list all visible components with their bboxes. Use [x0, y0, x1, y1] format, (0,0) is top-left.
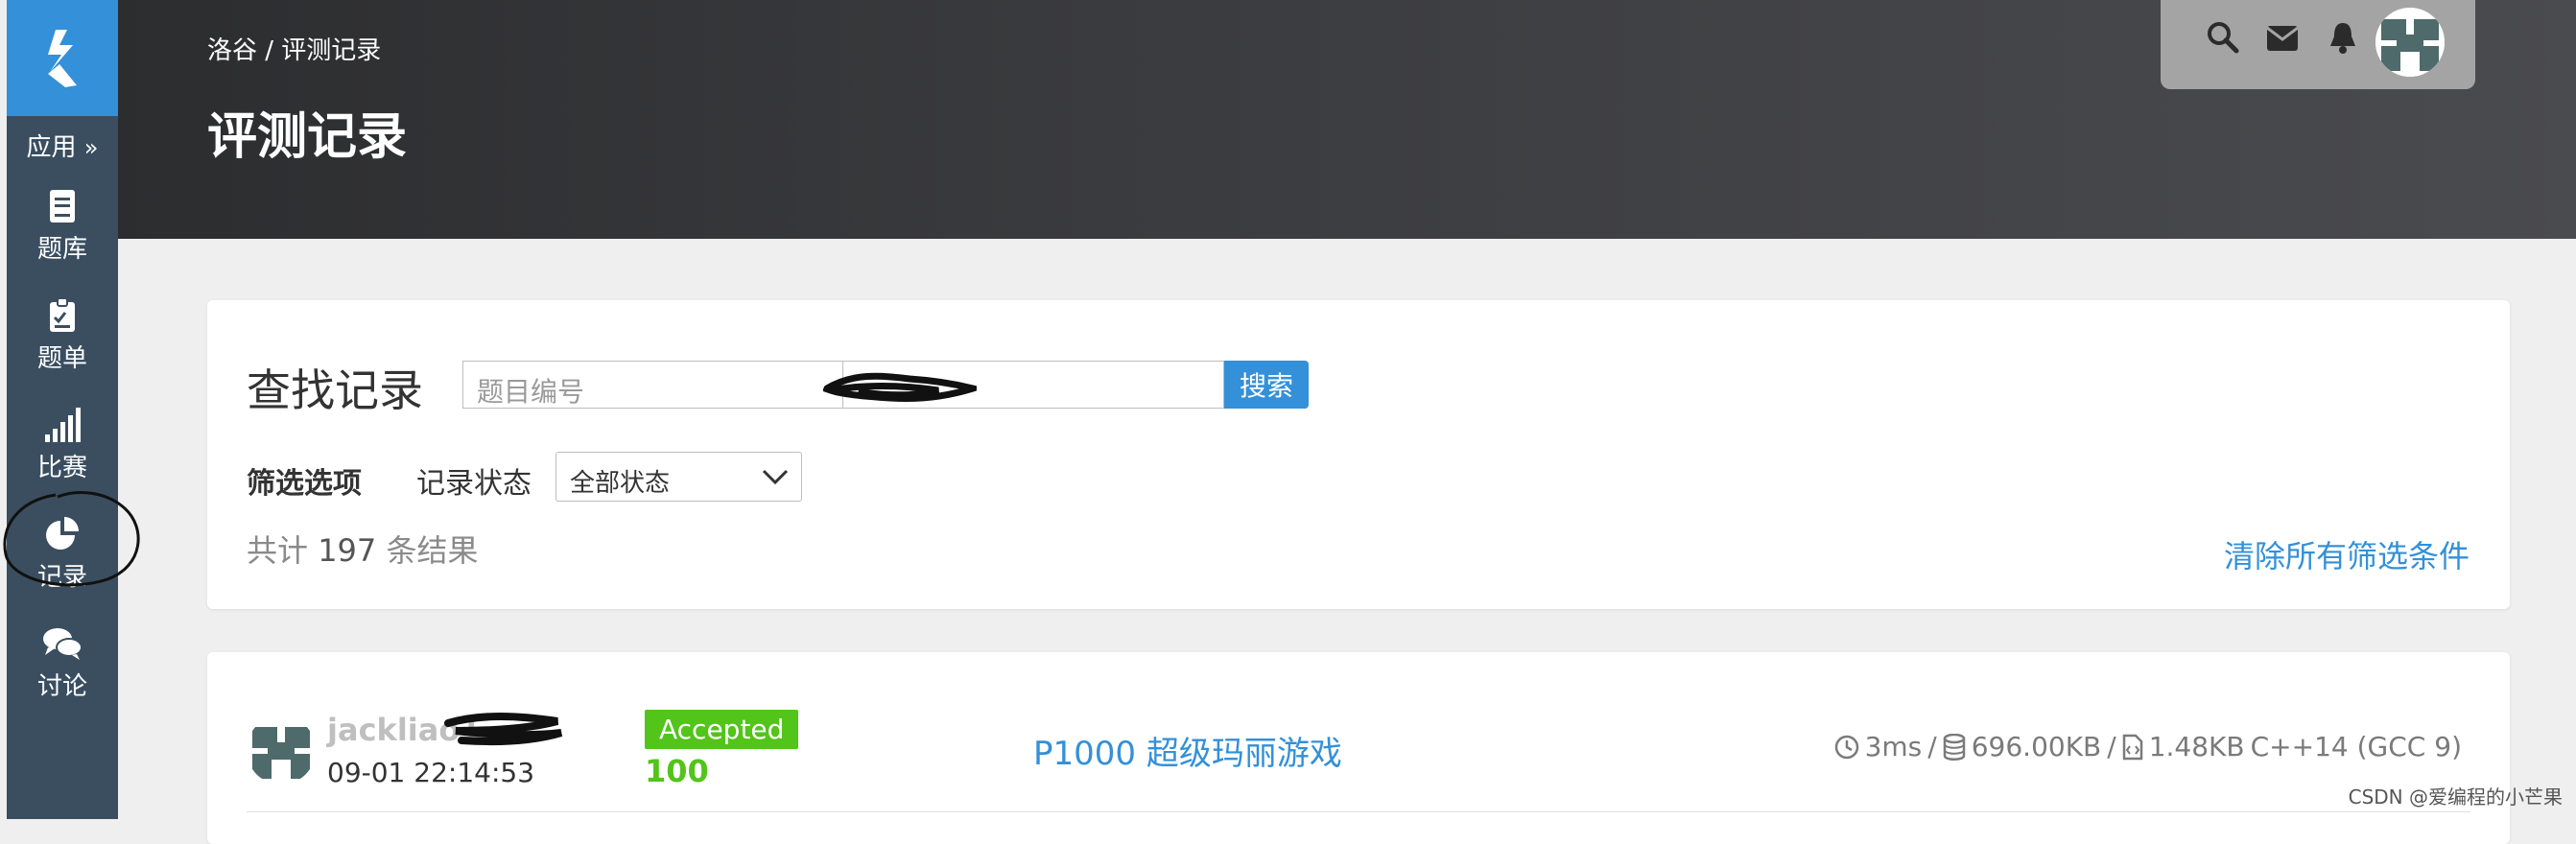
record-code-size: 1.48KB	[2148, 731, 2245, 762]
search-button[interactable]: 搜索	[1224, 361, 1309, 409]
sidebar-item-label: 比赛	[36, 454, 87, 482]
record-card: jackliao1 09-01 22:14:53 Accepted 100 P1…	[207, 652, 2510, 844]
database-icon	[1943, 733, 1965, 761]
sidebar-item-contests[interactable]: 比赛	[7, 408, 118, 483]
record-runtime: 3ms	[1864, 731, 1923, 762]
sidebar-item-problem-lists[interactable]: 题单	[7, 298, 118, 374]
meta-separator: /	[1927, 731, 1937, 762]
user-avatar[interactable]	[2375, 8, 2445, 77]
sidebar-item-label: 讨论	[36, 672, 87, 701]
sidebar: 应用 » 题库 题单 比赛 记录 讨论	[7, 0, 118, 819]
filter-card: 查找记录 题目编号 搜索 筛选选项 记录状态 全部状态 共计 197 条结果 清…	[207, 300, 2510, 609]
apps-toggle[interactable]: 应用 »	[7, 128, 118, 163]
find-records-title: 查找记录	[247, 364, 423, 416]
clock-icon	[1834, 735, 1858, 759]
divider	[247, 811, 2470, 812]
comments-icon	[43, 628, 83, 660]
double-chevron-right-icon: »	[83, 134, 99, 161]
record-problem-link[interactable]: P1000 超级玛丽游戏	[1033, 727, 1342, 774]
luogu-logo[interactable]	[7, 0, 118, 116]
record-status-label: 记录状态	[416, 467, 532, 501]
book-icon	[50, 190, 75, 223]
record-meta: 3ms / 696.00KB / 1.48KB C++14 (GCC 9)	[1834, 731, 2462, 762]
apps-label: 应用	[26, 133, 77, 162]
record-memory: 696.00KB	[1971, 731, 2102, 762]
clear-filters-link[interactable]: 清除所有筛选条件	[2224, 532, 2470, 576]
sidebar-item-records[interactable]: 记录	[7, 517, 118, 593]
avatar[interactable]	[247, 715, 316, 785]
clipboard-icon	[50, 298, 75, 332]
signal-bars-icon	[45, 408, 81, 442]
chevron-down-icon	[762, 469, 789, 485]
record-score: 100	[645, 753, 709, 789]
sidebar-item-label: 记录	[36, 563, 87, 592]
sidebar-item-label: 题库	[36, 235, 87, 264]
page-title: 评测记录	[207, 108, 408, 166]
meta-separator: /	[2107, 731, 2116, 762]
breadcrumb[interactable]: 洛谷 / 评测记录	[207, 31, 381, 66]
count-number: 197	[318, 532, 377, 569]
filter-options-label: 筛选选项	[247, 467, 362, 501]
record-language: C++14 (GCC 9)	[2250, 731, 2462, 762]
bell-icon[interactable]	[2328, 21, 2357, 54]
watermark: CSDN @爱编程的小芒果	[2348, 785, 2563, 809]
record-status-value: 全部状态	[570, 469, 671, 498]
sidebar-item-problems[interactable]: 题库	[7, 189, 118, 265]
status-badge[interactable]: Accepted	[645, 710, 799, 749]
record-time: 09-01 22:14:53	[327, 757, 535, 788]
logo-icon	[48, 29, 77, 87]
sidebar-item-discuss[interactable]: 讨论	[7, 626, 118, 702]
result-count: 共计 197 条结果	[247, 527, 478, 571]
code-file-icon	[2122, 734, 2142, 760]
pie-chart-icon	[46, 517, 79, 550]
count-prefix: 共计	[247, 532, 309, 569]
count-suffix: 条结果	[386, 532, 479, 569]
search-icon[interactable]	[2207, 21, 2239, 54]
record-status-select[interactable]: 全部状态	[555, 452, 802, 502]
redaction-scribble	[444, 713, 563, 746]
problem-id-input[interactable]: 题目编号	[462, 361, 842, 409]
envelope-icon[interactable]	[2266, 25, 2299, 52]
sidebar-item-label: 题单	[36, 344, 87, 373]
user-search-input[interactable]	[842, 361, 1224, 409]
